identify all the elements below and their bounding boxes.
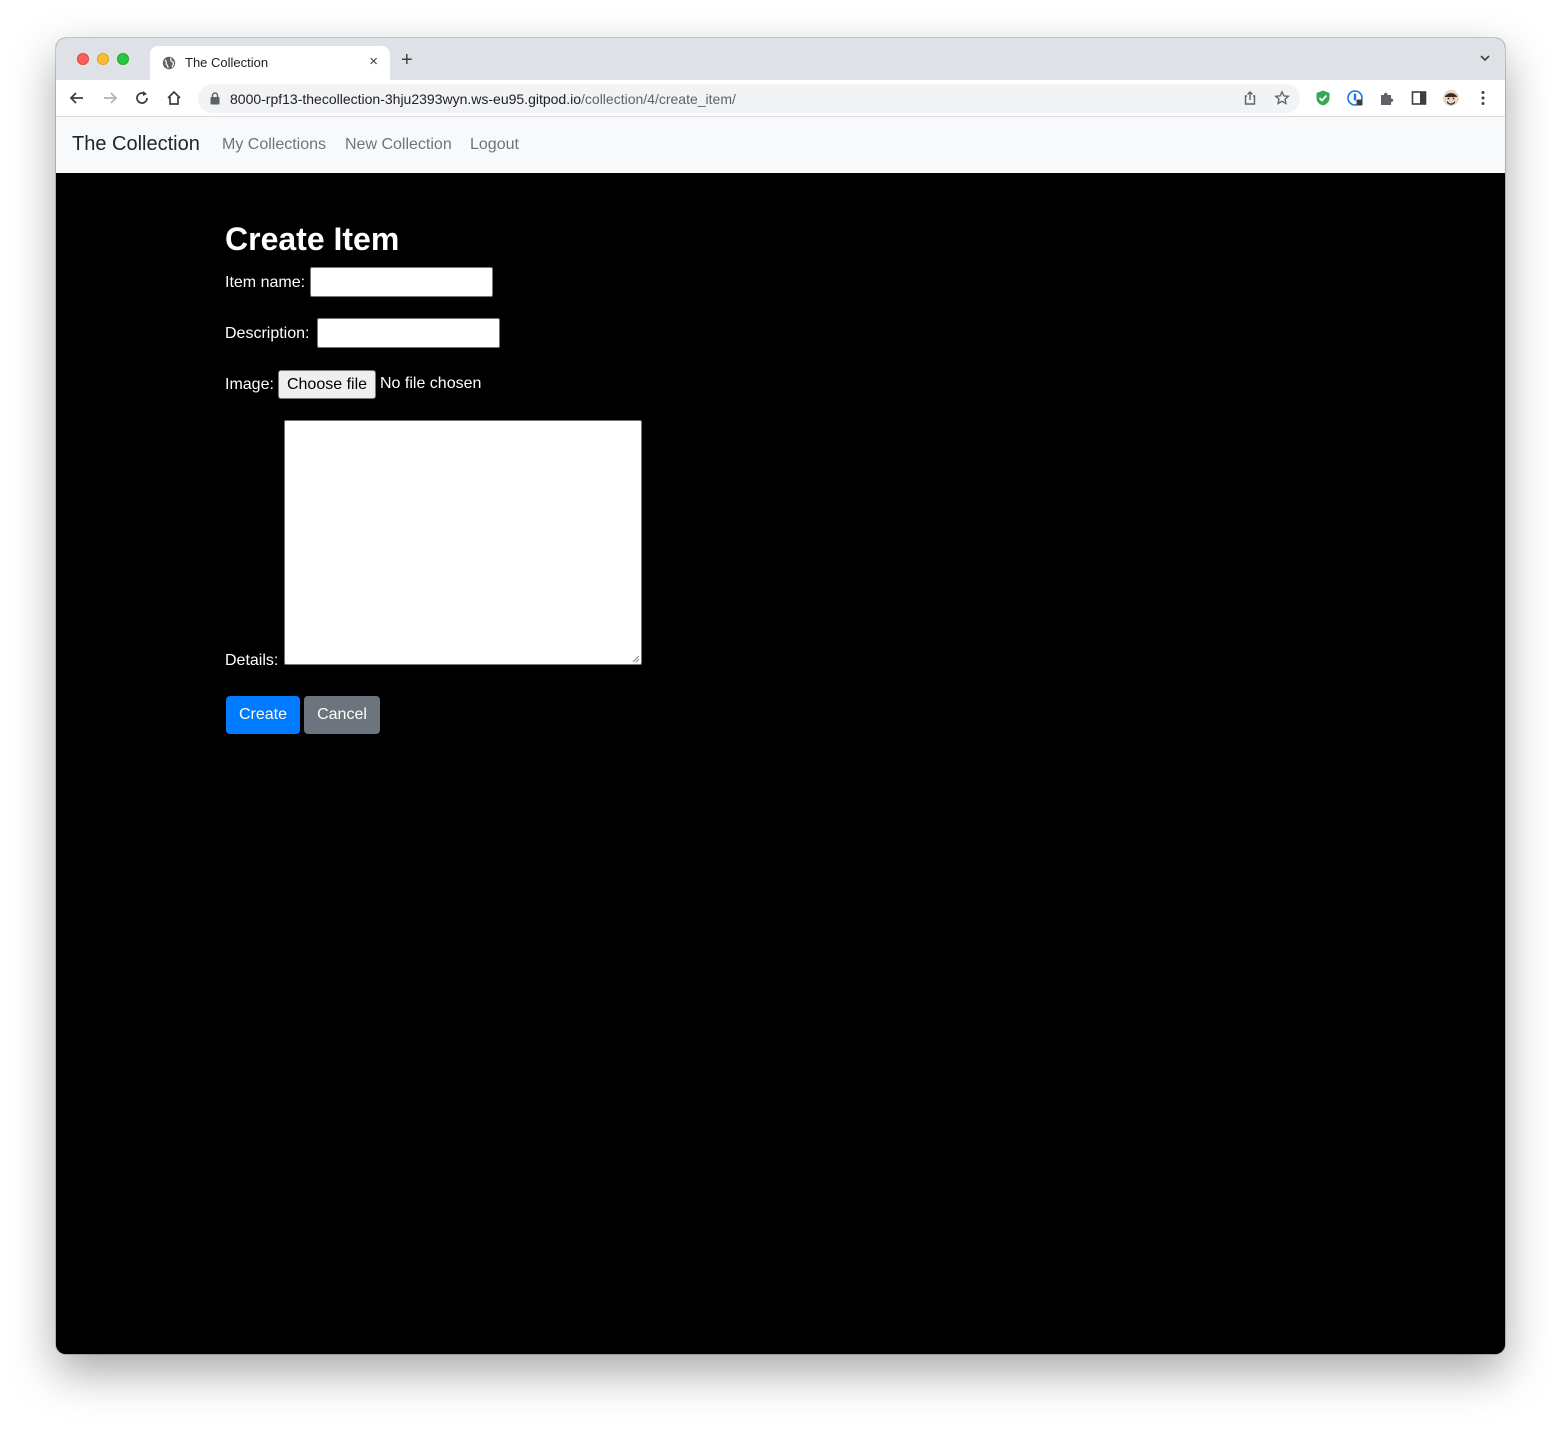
item-name-label: Item name: bbox=[225, 274, 306, 291]
url-text[interactable]: 8000-rpf13-thecollection-3hju2393wyn.ws-… bbox=[230, 91, 736, 107]
lock-icon[interactable] bbox=[210, 92, 220, 105]
bookmark-star-icon[interactable] bbox=[1274, 90, 1290, 106]
reload-icon[interactable] bbox=[133, 89, 151, 107]
tab-search-chevron-icon[interactable] bbox=[1479, 52, 1491, 64]
item-name-input[interactable] bbox=[310, 267, 493, 297]
address-bar[interactable]: 8000-rpf13-thecollection-3hju2393wyn.ws-… bbox=[198, 84, 1300, 113]
close-window-button[interactable] bbox=[77, 53, 89, 65]
browser-window: The Collection × + 8000-rpf13-thecollect… bbox=[56, 38, 1505, 1354]
nav-link-my-collections[interactable]: My Collections bbox=[222, 136, 326, 154]
side-panel-icon[interactable] bbox=[1410, 89, 1428, 107]
cancel-button[interactable]: Cancel bbox=[304, 696, 380, 734]
minimize-window-button[interactable] bbox=[97, 53, 109, 65]
details-label: Details: bbox=[225, 652, 279, 669]
forward-arrow-icon[interactable] bbox=[101, 89, 119, 107]
create-button[interactable]: Create bbox=[226, 696, 300, 734]
password-manager-icon[interactable] bbox=[1346, 89, 1364, 107]
profile-avatar-icon[interactable] bbox=[1442, 89, 1460, 107]
extensions-puzzle-icon[interactable] bbox=[1378, 89, 1396, 107]
nav-link-new-collection[interactable]: New Collection bbox=[345, 136, 452, 154]
new-tab-icon[interactable]: + bbox=[401, 50, 413, 70]
tab-title: The Collection bbox=[185, 55, 269, 70]
browser-toolbar: 8000-rpf13-thecollection-3hju2393wyn.ws-… bbox=[56, 80, 1505, 117]
shield-extension-icon[interactable] bbox=[1314, 89, 1332, 107]
zoom-window-button[interactable] bbox=[117, 53, 129, 65]
share-icon[interactable] bbox=[1242, 90, 1258, 106]
url-host: 8000-rpf13-thecollection-3hju2393wyn.ws-… bbox=[230, 91, 582, 107]
image-label: Image: bbox=[225, 376, 274, 393]
resize-grip-icon[interactable] bbox=[632, 655, 640, 663]
page-title: Create Item bbox=[225, 221, 400, 257]
kebab-menu-icon[interactable] bbox=[1474, 89, 1492, 107]
back-arrow-icon[interactable] bbox=[68, 89, 86, 107]
globe-icon bbox=[162, 56, 176, 70]
file-status-text: No file chosen bbox=[380, 375, 482, 392]
nav-link-logout[interactable]: Logout bbox=[470, 136, 519, 154]
site-navbar: The Collection My Collections New Collec… bbox=[56, 117, 1505, 173]
description-input[interactable] bbox=[317, 318, 500, 348]
home-icon[interactable] bbox=[165, 89, 183, 107]
details-textarea[interactable] bbox=[284, 420, 642, 665]
choose-file-button[interactable]: Choose file bbox=[278, 370, 376, 399]
browser-tab[interactable]: The Collection × bbox=[150, 46, 390, 80]
description-label: Description: bbox=[225, 325, 310, 342]
url-path: /collection/4/create_item/ bbox=[581, 91, 736, 107]
tab-strip: The Collection × + bbox=[56, 38, 1505, 80]
main-content: Create Item Item name: Description: Imag… bbox=[56, 173, 1505, 1354]
close-tab-icon[interactable]: × bbox=[369, 53, 378, 71]
navbar-brand[interactable]: The Collection bbox=[72, 133, 200, 156]
